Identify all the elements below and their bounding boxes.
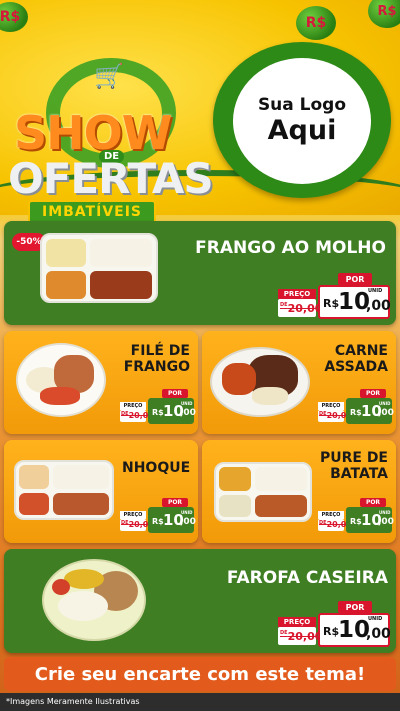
product-card-carne-assada[interactable]: CARNE ASSADA POR PREÇO DE20,00 R$ 10 ,00… [202, 331, 396, 434]
chicken-compartment [255, 495, 307, 517]
price-por-label: POR [338, 601, 372, 613]
price-tag: POR PREÇO DE20,00 R$ 10 ,00 UNID [316, 389, 394, 427]
food-image [14, 460, 114, 520]
rice-compartment [90, 239, 152, 267]
food-image [42, 559, 146, 641]
product-card-frango-ao-molho[interactable]: -50% FRANGO AO MOLHO POR PREÇO DE20,00 R… [4, 221, 396, 325]
new-price: R$ 10 ,00 UNID [148, 398, 196, 424]
price-por-label: POR [360, 389, 386, 398]
logo-text-line1: Sua Logo [257, 95, 347, 115]
vegetable-portion [222, 363, 256, 395]
price-tag: POR PREÇO DE20,00 R$ 10 ,00 UNID [118, 498, 196, 536]
product-name: FAROFA CASEIRA [226, 568, 388, 588]
product-card-file-de-frango[interactable]: FILÉ DE FRANGO POR PREÇO DE20,00 R$ 10 ,… [4, 331, 198, 434]
price-por-label: POR [360, 498, 386, 507]
salad-portion [40, 387, 80, 405]
price-tag: POR PREÇO DE20,00 R$ 10 ,00 UNID [118, 389, 196, 427]
food-image [210, 347, 310, 417]
product-name: CARNE ASSADA [324, 343, 388, 376]
price-preco-label: PREÇO [120, 511, 146, 519]
price-preco-label: PREÇO [318, 402, 344, 410]
product-card-farofa-caseira[interactable]: FAROFA CASEIRA POR PREÇO DE20,00 R$ 10 ,… [4, 549, 396, 653]
potato-compartment [219, 495, 251, 517]
price-por-label: POR [162, 498, 188, 507]
price-preco-label: PREÇO [278, 289, 316, 299]
nhoque-compartment [53, 493, 109, 515]
logo-text-line2: Aqui [267, 115, 337, 146]
food-image [214, 462, 312, 522]
food-image [16, 343, 106, 417]
rice-compartment [53, 465, 109, 489]
corn-compartment [219, 467, 251, 491]
price-preco-label: PREÇO [318, 511, 344, 519]
create-flyer-button[interactable]: Crie seu encarte com este tema! [4, 657, 396, 691]
price-preco-label: PREÇO [120, 402, 146, 410]
price-tag: POR PREÇO DE20,00 R$ 10 ,00 UNID [316, 498, 394, 536]
salad-compartment [46, 271, 86, 299]
show-de-ofertas-logo: 🛒 SHOW DE OFERTAS IMBATÍVEIS [4, 28, 214, 224]
chicken-compartment [90, 271, 152, 299]
food-image [40, 233, 158, 303]
title-ofertas: OFERTAS [8, 154, 214, 203]
disclaimer-footer: *Imagens Meramente Ilustrativas [0, 693, 400, 711]
new-price: R$ 10 ,00 UNID [346, 398, 394, 424]
product-card-pure-de-batata[interactable]: PURE DE BATATA POR PREÇO DE20,00 R$ 10 ,… [202, 440, 396, 543]
price-por-label: POR [162, 389, 188, 398]
product-name: NHOQUE [122, 460, 191, 476]
price-tag: POR PREÇO DE20,00 R$ 10 ,00 UNID [276, 273, 392, 321]
product-card-nhoque[interactable]: NHOQUE POR PREÇO DE20,00 R$ 10 ,00 UNID [4, 440, 198, 543]
title-show: SHOW [14, 106, 172, 160]
corn-portion [64, 569, 104, 589]
pasta-compartment [19, 465, 49, 489]
coin-icon: R$ [296, 6, 336, 40]
product-name: FILÉ DE FRANGO [123, 343, 190, 376]
price-tag: POR PREÇO DE20,00 R$ 10 ,00 UNID [276, 601, 392, 649]
rice-portion [58, 591, 108, 621]
tomato-portion [52, 579, 70, 595]
rice-compartment [46, 239, 86, 267]
product-name: FRANGO AO MOLHO [195, 238, 386, 258]
new-price: R$ 10 ,00 UNID [346, 507, 394, 533]
new-price: R$ 10 ,00 UNID [318, 285, 391, 319]
price-por-label: POR [338, 273, 372, 285]
product-name: PURE DE BATATA [319, 450, 388, 483]
rice-portion [252, 387, 288, 405]
old-price: DE20,00 [280, 302, 323, 315]
rice-compartment [255, 467, 307, 491]
new-price: R$ 10 ,00 UNID [148, 507, 196, 533]
shopping-cart-icon: 🛒 [94, 62, 124, 90]
old-price: DE20,00 [280, 630, 323, 643]
new-price: R$ 10 ,00 UNID [318, 613, 391, 647]
store-logo-placeholder[interactable]: Sua Logo Aqui [233, 58, 371, 184]
price-preco-label: PREÇO [278, 617, 316, 627]
sauce-compartment [19, 493, 49, 515]
